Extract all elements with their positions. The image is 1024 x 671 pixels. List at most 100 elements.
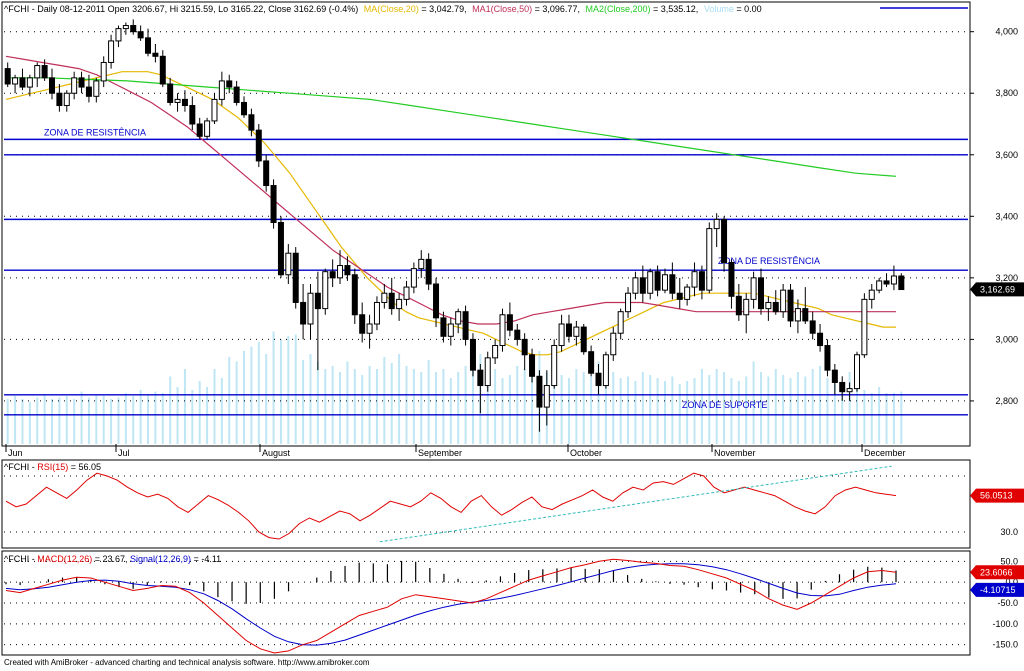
- candle-body: [898, 275, 905, 291]
- candle-body: [772, 301, 779, 313]
- rsi-series-name: RSI(15): [37, 462, 68, 472]
- candle-body: [344, 265, 351, 276]
- volume-bar: [590, 376, 593, 444]
- volume-bar: [368, 366, 371, 444]
- volume-bar: [279, 339, 282, 444]
- month-label: November: [714, 448, 756, 458]
- volume-bar: [353, 369, 356, 444]
- macd-tick-label: -100.0: [992, 619, 1018, 629]
- volume-bar: [730, 378, 733, 444]
- volume-bar: [124, 393, 127, 444]
- volume-bar: [457, 372, 460, 444]
- volume-bar: [36, 397, 39, 444]
- volume-bar: [73, 399, 76, 444]
- volume-bar: [265, 354, 268, 444]
- volume-bar: [686, 381, 689, 444]
- candle-body: [189, 105, 196, 125]
- volume-bar: [582, 372, 585, 444]
- volume-bar: [139, 390, 142, 444]
- volume-bar: [811, 369, 814, 444]
- rsi-value-text: = 56.05: [68, 462, 101, 472]
- candle-body: [403, 286, 410, 300]
- price-tick-label: 3,000: [995, 334, 1018, 344]
- candle-body: [4, 68, 11, 85]
- candle-body: [484, 357, 491, 387]
- candle-body: [639, 277, 646, 294]
- volume-bar: [427, 360, 430, 444]
- volume-bar: [43, 394, 46, 444]
- volume-bar: [14, 396, 17, 444]
- candle-body: [794, 308, 801, 322]
- candle-body: [809, 320, 816, 334]
- rsi-header: ^FCHI - RSI(15) = 56.05: [4, 462, 101, 472]
- candle-body: [196, 123, 203, 137]
- candle-body: [122, 25, 129, 30]
- candle-body: [573, 326, 580, 337]
- candle-body: [492, 345, 499, 359]
- candle-body: [85, 86, 92, 97]
- volume-bar: [634, 381, 637, 444]
- volume-bar: [900, 391, 903, 444]
- volume-bar: [383, 357, 386, 444]
- volume-bar: [51, 399, 54, 444]
- candle-body: [322, 271, 329, 310]
- candle-body: [71, 77, 78, 94]
- volume-bar: [257, 342, 260, 444]
- candle-body: [543, 385, 550, 408]
- volume-bar: [302, 360, 305, 444]
- candle-body: [447, 323, 454, 337]
- volume-bar: [331, 366, 334, 444]
- volume-value: = 0.00: [734, 4, 762, 14]
- volume-bar: [575, 369, 578, 444]
- volume-bar: [228, 357, 231, 444]
- candle-body: [130, 25, 137, 33]
- volume-bar: [6, 399, 9, 444]
- volume-bar: [272, 331, 275, 444]
- candle-body: [477, 369, 484, 387]
- macd-last-label: 23.6066: [980, 567, 1013, 577]
- candle-body: [19, 77, 26, 88]
- volume-bar: [58, 397, 61, 444]
- candle-body: [661, 274, 668, 291]
- macd-tick-label: -50.0: [997, 598, 1018, 608]
- candle-body: [883, 280, 890, 285]
- volume-bar: [294, 334, 297, 444]
- volume-bar: [796, 372, 799, 444]
- macd-tick-label: -150.0: [992, 640, 1018, 650]
- zone-label: ZONA DE RESISTÊNCIA: [44, 127, 146, 137]
- volume-bar: [435, 372, 438, 444]
- candle-body: [351, 274, 358, 316]
- candle-body: [233, 86, 240, 103]
- candle-body: [565, 323, 572, 337]
- signal-series-name: Signal(12,26,9): [130, 554, 191, 564]
- volume-bar: [309, 354, 312, 444]
- candle-body: [226, 80, 233, 88]
- volume-bar: [878, 387, 881, 444]
- volume-bar: [870, 393, 873, 444]
- signal-value-text: = -4.11: [191, 554, 221, 564]
- candle-body: [669, 274, 676, 294]
- candle-body: [174, 98, 181, 103]
- candle-body: [551, 345, 558, 387]
- candle-body: [876, 280, 883, 291]
- footer-credit: Created with AmiBroker - advanced charti…: [4, 658, 370, 667]
- volume-bar: [464, 366, 467, 444]
- month-label: September: [418, 448, 462, 458]
- candle-body: [396, 298, 403, 310]
- candle-body: [314, 292, 321, 310]
- volume-bar: [235, 361, 238, 444]
- volume-bar: [169, 376, 172, 444]
- volume-bar: [405, 366, 408, 444]
- candle-body: [285, 252, 292, 276]
- volume-bar: [737, 381, 740, 444]
- volume-bar: [183, 369, 186, 444]
- candle-body: [34, 65, 41, 79]
- month-label: December: [864, 448, 906, 458]
- candle-body: [765, 301, 772, 310]
- candle-body: [817, 332, 824, 347]
- volume-bar: [346, 361, 349, 444]
- volume-bar: [110, 399, 113, 444]
- rsi-last-tag: 56.0513: [970, 488, 1024, 503]
- candle-body: [469, 338, 476, 371]
- candle-body: [514, 329, 521, 340]
